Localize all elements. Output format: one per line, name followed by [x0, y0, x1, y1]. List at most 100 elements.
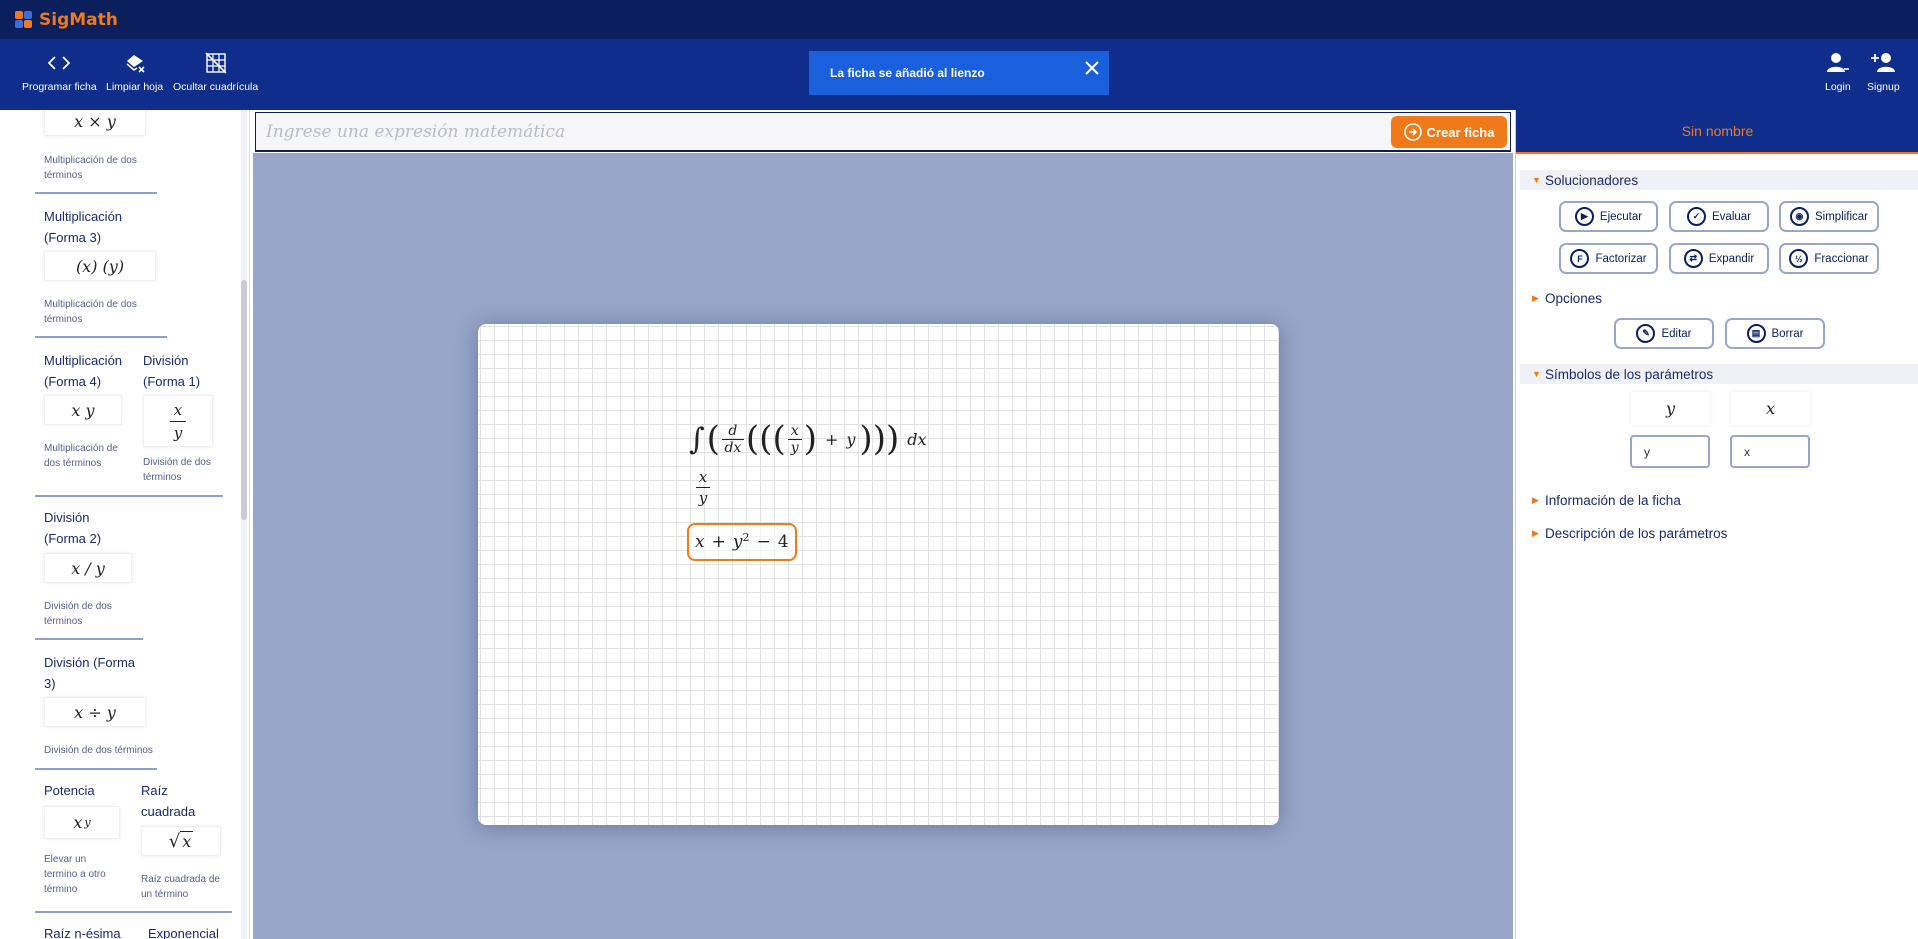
factor-label: Factorizar [1595, 252, 1647, 265]
function-label: Multiplicación (Forma 3) [44, 209, 123, 245]
run-label: Ejecutar [1599, 210, 1643, 223]
section-param-desc[interactable]: ▶ Descripción de los parámetros [1520, 523, 1918, 543]
function-label: Potencia [44, 783, 95, 798]
user-add-icon [1870, 51, 1896, 75]
arrow-right-circle-icon [1403, 123, 1422, 141]
section-desc-label: Descripción de los parámetros [1545, 525, 1728, 541]
plus-operator: + [711, 532, 726, 552]
symbol-input-1[interactable] [1630, 435, 1710, 468]
evaluate-button[interactable]: ✓ Evaluar [1669, 201, 1769, 232]
chevron-right-icon: ▶ [1532, 494, 1539, 505]
sigmath-logo-icon [15, 10, 33, 29]
delete-label: Borrar [1771, 327, 1804, 340]
function-desc: Multiplicación de dos términos [44, 443, 118, 469]
card-title[interactable]: Sin nombre [1516, 110, 1918, 154]
delete-button[interactable]: ▤ Borrar [1725, 318, 1825, 349]
code-icon [48, 51, 71, 75]
constant: 4 [777, 532, 789, 552]
app-name[interactable]: SigMath [39, 10, 118, 30]
separator [35, 638, 143, 640]
fraction-button[interactable]: ½ Fraccionar [1779, 243, 1879, 274]
integral-differential: dx [907, 429, 927, 449]
symbol-input-2[interactable] [1730, 435, 1810, 468]
simplify-button[interactable]: ◉ Simplificar [1779, 201, 1879, 232]
expand-label: Expandir [1708, 252, 1755, 265]
sidebar-scroll-track[interactable] [241, 110, 247, 939]
top-bar: SigMath [0, 0, 1918, 39]
function-template-mult4[interactable]: x y [44, 395, 122, 425]
edit-button[interactable]: ✎ Editar [1614, 318, 1714, 349]
program-card-label: Programar ficha [22, 81, 97, 93]
function-template-mult2[interactable]: x × y [44, 110, 146, 136]
paren: ) [872, 419, 886, 459]
derivative-denominator: dx [724, 439, 742, 456]
function-label: División (Forma 3) [44, 655, 136, 691]
check-icon: ✓ [1687, 207, 1706, 226]
function-label: Raíz cuadrada [141, 783, 196, 819]
create-card-button[interactable]: Crear ficha [1391, 116, 1507, 148]
function-desc: Multiplicación de dos términos [44, 155, 137, 181]
program-card-button[interactable]: Programar ficha [22, 51, 97, 93]
section-card-info[interactable]: ▶ Información de la ficha [1520, 490, 1918, 510]
symbol-text: y [1665, 399, 1676, 418]
hide-grid-label: Ocultar cuadrícula [173, 81, 259, 93]
separator [35, 495, 223, 497]
expression-card-fraction[interactable]: x y [696, 468, 710, 507]
function-template-power[interactable]: xy [44, 806, 120, 839]
factor-button[interactable]: F Factorizar [1559, 243, 1658, 274]
function-template-div1[interactable]: x y [143, 395, 213, 447]
sidebar-scrollbar[interactable] [241, 280, 247, 520]
toolbar: Programar ficha Limpiar hoja Ocultar cua… [0, 39, 1918, 110]
fraction-bar [170, 420, 186, 422]
swap-icon: ⇄ [1683, 249, 1703, 268]
worksheet[interactable]: ∫ ( d dx ( ( ( x y ) + y ) ) ) dx x y x … [478, 324, 1279, 825]
function-template-mult3[interactable]: (x) (y) [44, 251, 156, 281]
login-button[interactable]: Login [1825, 51, 1851, 93]
section-solvers[interactable]: ▼ Solucionadores [1520, 170, 1918, 190]
section-symbols[interactable]: ▼ Símbolos de los parámetros [1520, 364, 1918, 384]
fraction-denominator: y [698, 489, 708, 507]
section-options[interactable]: ▶ Opciones [1520, 288, 1918, 308]
function-template-sqrt[interactable]: √ x [141, 826, 221, 856]
fraction-numerator: x [698, 468, 708, 486]
fraction-icon: ½ [1789, 249, 1809, 268]
power-base: x [73, 813, 83, 832]
play-icon: ▶ [1574, 207, 1594, 226]
function-label: Exponencial [148, 926, 219, 939]
term-y: y [846, 429, 856, 449]
hide-grid-button[interactable]: Ocultar cuadrícula [173, 51, 258, 93]
close-icon[interactable] [1081, 57, 1103, 79]
function-template-div2[interactable]: x / y [44, 553, 132, 583]
signup-button[interactable]: Signup [1867, 51, 1900, 93]
function-desc: División de dos términos [44, 745, 153, 756]
chevron-right-icon: ▶ [1532, 292, 1539, 303]
paren: ( [772, 419, 786, 459]
expand-button[interactable]: ⇄ Expandir [1669, 243, 1769, 274]
symbol-display-1: y [1631, 392, 1710, 425]
fraction-denominator: y [173, 423, 183, 442]
pencil-icon: ✎ [1636, 324, 1656, 343]
edit-label: Editar [1661, 327, 1692, 340]
symbol-display-2: x [1731, 392, 1810, 425]
function-label: Multiplicación (Forma 4) [44, 353, 123, 389]
integral-symbol: ∫ [689, 421, 705, 457]
paren: ( [759, 419, 773, 459]
login-label: Login [1825, 81, 1851, 93]
inner-numerator: x [790, 422, 799, 439]
expression-input[interactable] [266, 119, 1366, 145]
fraction-numerator: x [173, 400, 183, 419]
function-template-div3[interactable]: x ÷ y [44, 697, 146, 727]
run-button[interactable]: ▶ Ejecutar [1559, 201, 1658, 232]
expression-card-integral[interactable]: ∫ ( d dx ( ( ( x y ) + y ) ) ) dx [689, 412, 926, 466]
power-exponent: y [84, 816, 91, 829]
paren: ) [885, 419, 900, 459]
properties-panel: Sin nombre ▼ Solucionadores ▶ Ejecutar ✓ E… [1515, 110, 1918, 939]
separator [35, 768, 157, 770]
section-solvers-label: Solucionadores [1545, 172, 1639, 188]
expression-card-selected[interactable]: x + y 2 − 4 [687, 523, 797, 561]
clear-sheet-button[interactable]: Limpiar hoja [106, 51, 163, 93]
fraction-label: Fraccionar [1814, 252, 1869, 265]
plus-operator: + [824, 429, 839, 449]
toast-message: La ficha se añadió al lienzo [830, 66, 985, 80]
term-x: x [695, 532, 705, 552]
